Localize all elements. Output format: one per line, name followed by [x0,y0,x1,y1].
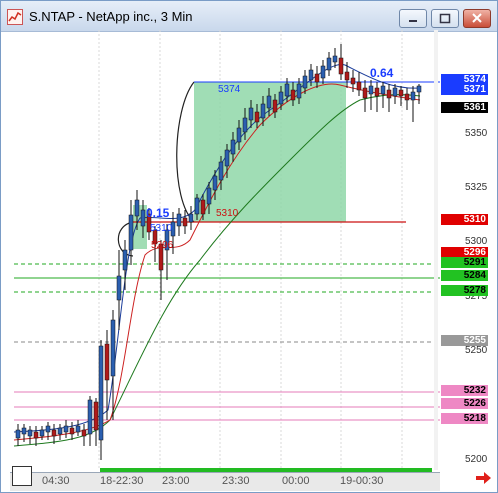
candle-body [122,249,128,271]
candle-body [206,187,212,205]
candle-body [416,85,422,93]
candle-body [380,85,386,95]
candle-body [332,55,338,63]
candle-body [278,91,284,105]
candle-body [104,343,110,381]
candle-body [362,87,368,99]
scroll-right-arrow-icon[interactable] [474,470,492,486]
x-tick: 00:00 [282,475,310,487]
candle-body [302,75,308,89]
candle-body [21,427,27,435]
candle-body [272,99,278,113]
candle-body [75,425,81,433]
candle-body [57,427,63,435]
price-level-label: 5361 [441,102,488,113]
y-tick-5200: 5200 [465,454,488,465]
candle-body [260,103,266,119]
candle-body [404,93,410,101]
candle-body [218,161,224,181]
candle-body [398,89,404,97]
x-tick: 23:00 [162,475,190,487]
candle-body [284,83,290,97]
price-level-label: 5291 [441,257,488,268]
price-level-label: 5278 [441,285,488,296]
y-tick-5300: 5300 [465,236,488,247]
price-level-label: 5226 [441,398,488,409]
candle-body [45,425,51,433]
candle-body [308,69,314,81]
candle-body [15,429,21,439]
candle-body [254,111,260,123]
candle-body [194,197,200,215]
move-small-label: 0.15 [146,206,170,220]
session-bar [100,468,432,472]
corner-selector[interactable] [12,466,32,486]
chart-scrollbar[interactable] [432,30,440,470]
candle-body [33,431,39,439]
candle-body [392,87,398,97]
candle-body [356,81,362,91]
candle-body [188,213,194,223]
candle-body [338,57,344,75]
candle-body [128,214,134,251]
price-level-label: 5371 [441,84,488,95]
candle-body [140,209,146,227]
candle-body [344,71,350,81]
price-level-label: 5255 [441,335,488,346]
box-bottom-label: 5310 [216,208,239,219]
time-axis: 04:30 18-22:30 23:00 23:30 00:00 19-00:3… [10,472,440,491]
candle-body [320,65,326,79]
candle-body [176,213,182,227]
candle-body [81,429,87,437]
candle-body [63,425,69,433]
price-level-label: 5218 [441,413,488,424]
candle-body [290,89,296,101]
candle-body [200,199,206,215]
candle-body [98,345,104,441]
price-level-label: 5284 [441,270,488,281]
candle-body [266,95,272,109]
candle-body [236,127,242,143]
candle-body [410,91,416,101]
candle-body [39,429,45,437]
candle-body [134,199,140,217]
candle-body [242,117,248,133]
candle-body [212,175,218,191]
x-tick: 23:30 [222,475,250,487]
candle-body [110,319,116,377]
candle-body [87,399,93,435]
candle-body [386,89,392,99]
candle-body [182,217,188,227]
candle-body [116,275,122,301]
move-large-label: 0.64 [370,66,394,80]
candle-body [314,73,320,83]
candle-body [230,139,236,155]
candle-body [326,57,332,71]
x-tick: 19-00:30 [340,475,384,487]
y-tick-5250: 5250 [465,345,488,356]
x-tick: 18-22:30 [100,475,144,487]
candle-body [374,87,380,97]
candle-body [51,429,57,437]
price-level-label: 5232 [441,385,488,396]
candle-body [248,107,254,121]
candle-body [350,77,356,85]
box-top-label: 5374 [218,84,241,95]
price-chart[interactable]: 5374 5310 0.15 0.64 5310 5296 [0,0,498,493]
candle-body [27,429,33,437]
y-tick-5350: 5350 [465,128,488,139]
candle-body [93,401,99,431]
candle-body [368,85,374,95]
small-box-bottom-label: 5296 [151,240,174,251]
candle-body [224,149,230,167]
x-tick: 04:30 [42,475,70,487]
small-box-top-label: 5310 [150,223,173,234]
price-level-label: 5310 [441,214,488,225]
candle-body [296,83,302,99]
y-tick-5325: 5325 [465,182,488,193]
candle-body [69,427,75,435]
